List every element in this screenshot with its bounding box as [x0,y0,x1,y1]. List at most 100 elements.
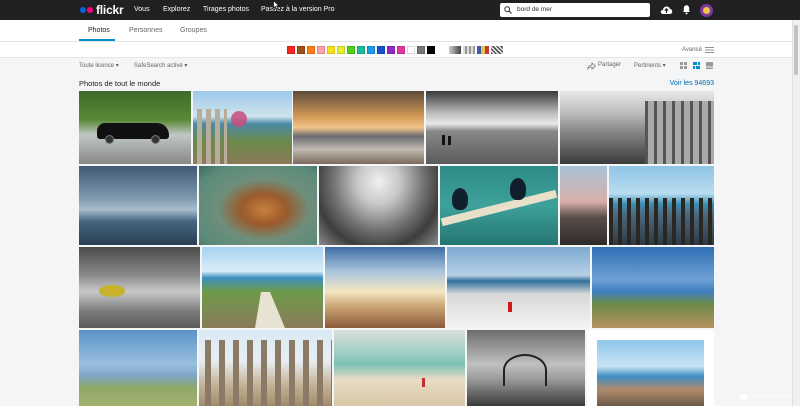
color-swatch[interactable] [427,46,435,54]
style-pattern[interactable] [491,46,503,54]
groyne-posts [609,198,714,245]
tab-photos[interactable]: Photos [88,27,110,34]
advanced-filter-link[interactable]: Avancé [682,47,702,53]
photo-bw-beach-walkers[interactable] [426,91,558,164]
photo-black-car[interactable] [79,91,191,164]
photo-coastal-trail[interactable] [202,247,323,328]
photo-buoy-low-tide[interactable] [79,247,200,328]
active-tab-indicator [79,39,115,41]
photo-dunes-cottage[interactable] [79,330,197,406]
color-swatch[interactable] [327,46,335,54]
style-shallow-depth[interactable] [463,46,475,54]
color-swatch[interactable] [377,46,385,54]
color-swatch[interactable] [397,46,405,54]
see-all-link[interactable]: Voir les 94693 [670,80,714,87]
search-icon [504,6,512,14]
person-silhouette [442,135,445,145]
photo-sunrays-boat[interactable] [319,166,438,245]
photo-framed-rocky-shore[interactable] [587,330,714,406]
share-icon[interactable] [587,62,596,70]
tab-groups[interactable]: Groupes [180,27,207,34]
color-swatch[interactable] [387,46,395,54]
photo-bw-coastal-path[interactable] [560,91,714,164]
color-swatch[interactable] [417,46,425,54]
photo-beach-red-figure[interactable] [447,247,590,328]
person-red [508,302,512,312]
fence-posts [197,109,227,164]
color-swatch[interactable] [407,46,415,54]
mouse-cursor-icon [273,0,280,10]
color-swatch[interactable] [357,46,365,54]
scrollbar-thumb[interactable] [794,25,798,75]
search-type-tabs: Photos Personnes Groupes [0,20,800,42]
photo-wooden-groynes[interactable] [609,166,714,245]
color-swatch[interactable] [297,46,305,54]
section-title: Photos de tout le monde [79,79,161,88]
color-filter-bar: Avancé [0,42,800,58]
photo-swallows-rope[interactable] [440,166,558,245]
feedback-label: Commentaires [751,394,791,400]
railing-shape [645,101,714,164]
framed-photo-inner [597,340,704,406]
color-swatch[interactable] [307,46,315,54]
photo-driftwood-fence[interactable] [199,330,332,406]
car-wheel [105,135,114,144]
sort-dropdown[interactable]: Pertinents ▾ [634,62,666,69]
photo-pier-clouds[interactable] [325,247,445,328]
upload-cloud-icon[interactable] [660,4,673,16]
grid-view-icon[interactable] [680,62,687,69]
carousel-shape [503,354,547,386]
photo-bw-carousel[interactable] [467,330,585,406]
logo-pink-dot [87,7,93,13]
search-value: bord de mer [517,6,553,13]
search-input[interactable]: bord de mer [500,3,650,17]
trail-path [255,292,285,328]
color-swatch[interactable] [347,46,355,54]
photo-cliff-dusk[interactable] [560,166,607,245]
swallow-bird [452,188,468,210]
sort-label: Pertinents [634,63,662,69]
options-bar: Toute licence ▾ SafeSearch activé ▾ Part… [0,58,800,74]
nav-you[interactable]: Vous [134,6,150,13]
license-dropdown[interactable]: Toute licence ▾ [79,62,119,69]
car-wheel [151,135,160,144]
top-navbar: flickr Vous Explorez Tirages photos Pass… [0,0,800,20]
swallow-bird [510,178,526,200]
color-swatch[interactable] [337,46,345,54]
color-swatch[interactable] [367,46,375,54]
flower-shape [231,111,247,127]
color-swatch[interactable] [317,46,325,54]
scrollbar-track[interactable] [792,20,800,406]
style-swatches [449,46,505,54]
feedback-button[interactable]: Commentaires [740,391,800,403]
photo-sunset-coast[interactable] [293,91,424,164]
photo-long-exposure-sea[interactable] [79,166,197,245]
nav-prints[interactable]: Tirages photos [203,6,249,13]
nav-explore[interactable]: Explorez [163,6,190,13]
style-black-white[interactable] [449,46,461,54]
yellow-buoy [99,285,125,297]
logo-blue-dot [80,7,86,13]
sliders-icon[interactable] [705,46,714,54]
person-silhouette [448,136,451,145]
photo-beach-walker[interactable] [334,330,465,406]
notifications-bell-icon[interactable] [682,4,691,15]
detail-view-icon[interactable] [706,62,713,69]
chat-bubble-icon [740,394,748,400]
safesearch-dropdown[interactable]: SafeSearch activé ▾ [134,62,187,69]
share-button[interactable]: Partager [598,62,621,68]
person-silhouette [422,378,425,387]
color-swatches [287,46,437,54]
color-swatch[interactable] [287,46,295,54]
tab-people[interactable]: Personnes [129,27,162,34]
photo-headland-sea[interactable] [592,247,714,328]
photo-rock-tidepool[interactable] [199,166,317,245]
user-avatar[interactable] [700,4,713,17]
logo-text: flickr [96,3,124,17]
style-minimalist[interactable] [477,46,489,54]
justified-view-icon[interactable] [693,62,700,69]
flickr-logo[interactable]: flickr [80,3,124,17]
safesearch-label: SafeSearch activé [134,63,183,69]
license-label: Toute licence [79,63,115,69]
photo-fence-flowers[interactable] [193,91,292,164]
